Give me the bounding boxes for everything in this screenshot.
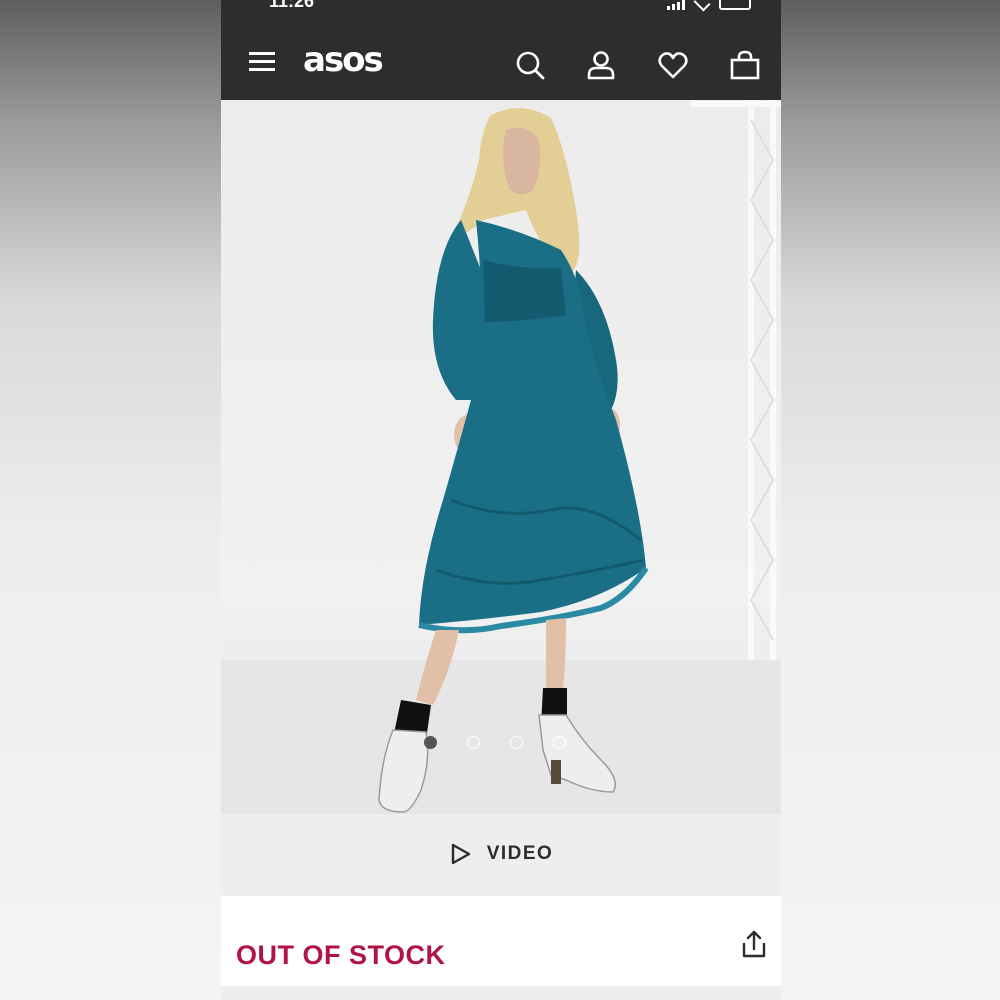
wifi-icon bbox=[693, 0, 711, 12]
bag-icon[interactable] bbox=[728, 48, 762, 82]
asos-logo[interactable]: asos bbox=[303, 40, 384, 80]
product-image-carousel[interactable] bbox=[221, 100, 781, 814]
status-bar: 11:26 bbox=[221, 0, 781, 26]
site-header: asos bbox=[221, 26, 781, 100]
carousel-dot[interactable] bbox=[424, 736, 437, 749]
battery-icon bbox=[719, 0, 751, 10]
video-button[interactable]: VIDEO bbox=[221, 814, 781, 894]
carousel-dot[interactable] bbox=[510, 736, 523, 749]
video-label: VIDEO bbox=[486, 843, 554, 864]
share-icon[interactable] bbox=[739, 929, 769, 959]
phone-screen: 11:26 asos VIDEO OUT OF STOCK bbox=[221, 0, 781, 1000]
play-icon bbox=[451, 843, 470, 865]
status-time: 11:26 bbox=[269, 0, 315, 11]
heart-icon[interactable] bbox=[656, 48, 690, 82]
carousel-dot[interactable] bbox=[467, 736, 480, 749]
carousel-dots bbox=[424, 736, 566, 749]
page-bottom bbox=[221, 986, 781, 1000]
menu-icon[interactable] bbox=[249, 52, 275, 72]
search-icon[interactable] bbox=[513, 48, 547, 82]
stock-status: OUT OF STOCK bbox=[236, 940, 446, 970]
product-info-panel: OUT OF STOCK bbox=[221, 896, 781, 1000]
account-icon[interactable] bbox=[584, 48, 618, 82]
carousel-dot[interactable] bbox=[553, 736, 566, 749]
product-photo bbox=[221, 100, 781, 814]
signal-icon bbox=[667, 0, 685, 10]
status-icons bbox=[667, 0, 751, 12]
